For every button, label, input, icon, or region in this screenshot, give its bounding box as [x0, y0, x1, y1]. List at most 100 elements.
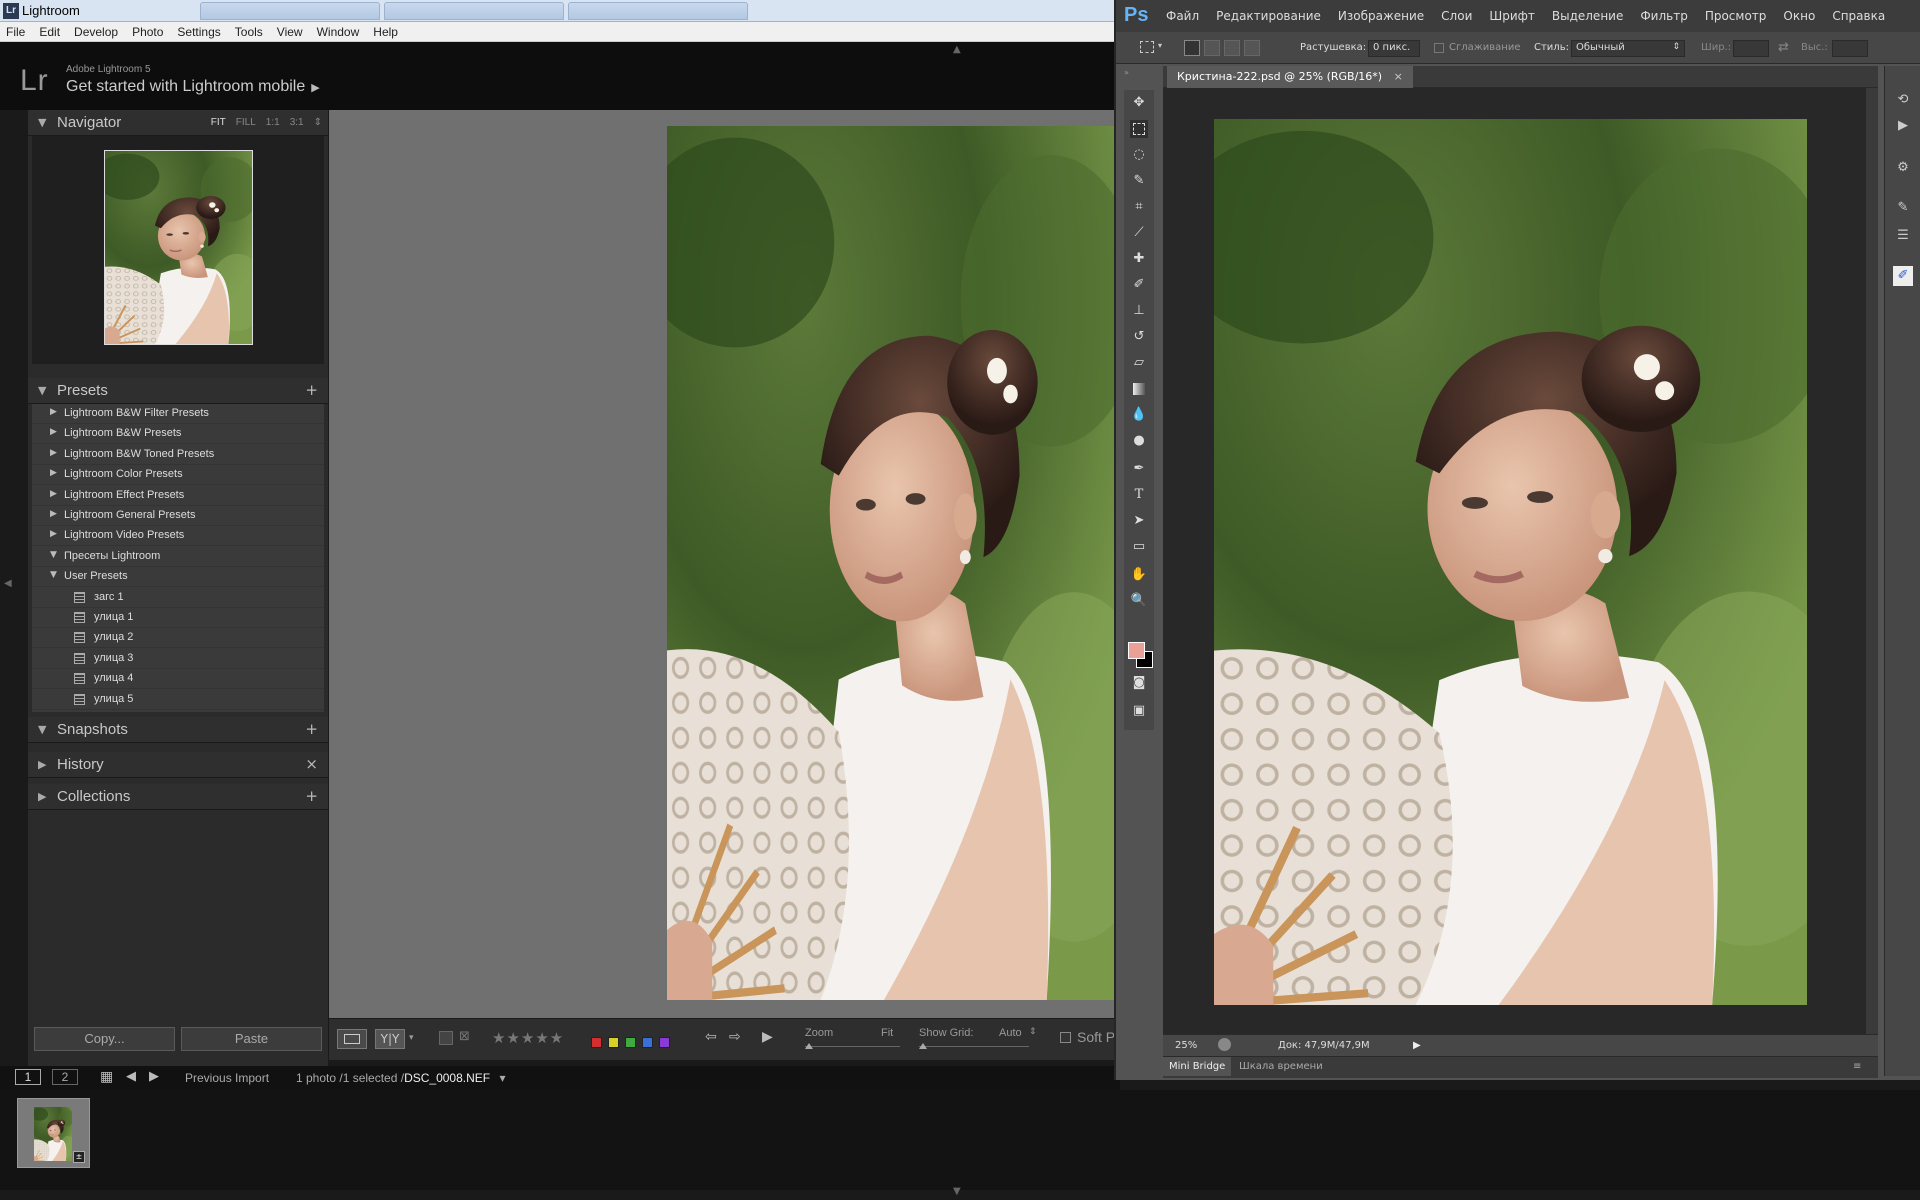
style-select[interactable]: Обычный ⇕ — [1571, 40, 1685, 57]
actions-panel-icon[interactable]: ▶ — [1893, 116, 1913, 136]
forward-arrow-icon[interactable]: ▶ — [149, 1068, 159, 1084]
filmstrip-thumbnail[interactable] — [34, 1107, 72, 1161]
collapsed-triangle-icon[interactable]: ▶ — [50, 509, 57, 519]
filmstrip-source[interactable]: Previous Import — [185, 1071, 269, 1085]
properties-panel-icon[interactable]: ⚙ — [1893, 158, 1913, 178]
hand-tool-icon[interactable]: ✋ — [1130, 566, 1148, 584]
collapsed-triangle-icon[interactable]: ▶ — [50, 529, 57, 539]
marquee-tool-preset-icon[interactable] — [1140, 41, 1154, 53]
menu-view[interactable]: View — [277, 25, 303, 39]
zoom-1-1[interactable]: 1:1 — [266, 117, 280, 128]
collapse-filmstrip-icon[interactable]: ▼ — [953, 1186, 961, 1197]
zoom-tool-icon[interactable]: 🔍 — [1130, 592, 1148, 610]
copy-settings-button[interactable]: Copy... — [34, 1027, 175, 1051]
preset-folder[interactable]: ▼ User Presets — [32, 567, 324, 588]
preset-item[interactable]: улица 5 — [32, 690, 324, 710]
preset-folder[interactable]: ▼ Пресеты Lightroom — [32, 547, 324, 567]
tools-panel-grip-icon[interactable]: » — [1124, 68, 1154, 77]
height-input[interactable] — [1832, 40, 1868, 57]
reject-flag-icon[interactable]: ⊠ — [459, 1029, 470, 1044]
collapse-left-panel-icon[interactable]: ◀ — [4, 578, 12, 589]
gradient-tool-icon[interactable] — [1130, 380, 1148, 398]
canvas-scrollbar[interactable] — [1866, 88, 1878, 1034]
next-photo-icon[interactable]: ⇨ — [729, 1029, 741, 1045]
selected-filename[interactable]: DSC_0008.NEF — [404, 1071, 490, 1085]
mobile-prompt[interactable]: Get started with Lightroom mobile ▶ — [66, 78, 320, 96]
collapsed-triangle-icon[interactable]: ▶ — [50, 448, 57, 458]
width-input[interactable] — [1733, 40, 1769, 57]
timeline-tab[interactable]: Шкала времени — [1239, 1061, 1323, 1072]
path-selection-tool-icon[interactable]: ➤ — [1130, 512, 1148, 530]
menu-photo[interactable]: Photo — [132, 25, 163, 39]
status-menu-arrow-icon[interactable]: ▶ — [1413, 1040, 1421, 1051]
brush-panel-icon[interactable]: ✐ — [1893, 266, 1913, 286]
ps-menu-select[interactable]: Выделение — [1552, 9, 1623, 23]
feather-input[interactable]: 0 пикс. — [1368, 40, 1420, 57]
filmstrip-cell[interactable]: ± — [17, 1098, 90, 1168]
zoom-stepper-icon[interactable]: ⇕ — [314, 117, 322, 128]
panel-menu-icon[interactable]: ≡ — [1853, 1061, 1861, 1072]
pen-tool-icon[interactable]: ✒ — [1130, 460, 1148, 478]
eyedropper-tool-icon[interactable]: ⟋ — [1130, 224, 1148, 242]
compare-dropdown-icon[interactable]: ▾ — [409, 1033, 414, 1043]
lasso-tool-icon[interactable]: ◌ — [1130, 146, 1148, 164]
color-label-swatch[interactable] — [642, 1037, 653, 1048]
background-tab[interactable] — [568, 2, 748, 20]
new-selection-icon[interactable] — [1184, 40, 1200, 56]
preset-folder[interactable]: ▶ Lightroom B&W Presets — [32, 424, 324, 445]
ps-menu-layers[interactable]: Слои — [1441, 9, 1472, 23]
menu-settings[interactable]: Settings — [177, 25, 220, 39]
tool-preset-dropdown-icon[interactable]: ▾ — [1158, 41, 1162, 50]
flag-icon[interactable] — [439, 1031, 453, 1045]
preset-folder[interactable]: ▶ Lightroom General Presets — [32, 506, 324, 526]
brush-tool-icon[interactable]: ✐ — [1130, 276, 1148, 294]
quick-selection-tool-icon[interactable]: ✎ — [1130, 172, 1148, 190]
navigator-thumbnail[interactable] — [104, 150, 253, 345]
ps-menu-window[interactable]: Окно — [1783, 9, 1815, 23]
add-preset-icon[interactable]: + — [305, 381, 318, 399]
snapshots-header[interactable]: ▼ Snapshots + — [28, 717, 328, 743]
add-collection-icon[interactable]: + — [305, 787, 318, 805]
clone-stamp-tool-icon[interactable]: ⊥ — [1130, 302, 1148, 320]
rectangle-shape-tool-icon[interactable]: ▭ — [1130, 538, 1148, 556]
menu-file[interactable]: File — [6, 25, 25, 39]
background-tab[interactable] — [200, 2, 380, 20]
collapsed-triangle-icon[interactable]: ▶ — [50, 468, 57, 478]
menu-help[interactable]: Help — [373, 25, 398, 39]
screen-mode-icon[interactable]: ▣ — [1130, 702, 1148, 720]
preset-folder[interactable]: ▶ Lightroom Effect Presets — [32, 486, 324, 506]
preset-folder[interactable]: ▶ Lightroom B&W Filter Presets — [32, 404, 324, 424]
intersect-selection-icon[interactable] — [1244, 40, 1260, 56]
healing-brush-tool-icon[interactable]: ✚ — [1130, 250, 1148, 268]
rect-marquee-tool-icon[interactable] — [1130, 120, 1148, 138]
paste-settings-button[interactable]: Paste — [181, 1027, 322, 1051]
navigator-preview[interactable] — [32, 136, 324, 364]
zoom-slider-thumb[interactable] — [805, 1043, 813, 1049]
brush-presets-panel-icon[interactable]: ✎ — [1893, 198, 1913, 218]
history-panel-icon[interactable]: ⟲ — [1893, 90, 1913, 110]
star-rating[interactable]: ★★★★★ — [492, 1029, 564, 1047]
crop-tool-icon[interactable]: ⌗ — [1130, 198, 1148, 216]
document-tab[interactable]: Кристина-222.psd @ 25% (RGB/16*) × — [1167, 66, 1413, 88]
subtract-from-selection-icon[interactable] — [1224, 40, 1240, 56]
dodge-tool-icon[interactable]: ● — [1130, 432, 1148, 450]
color-label-swatch[interactable] — [625, 1037, 636, 1048]
navigator-header[interactable]: ▼ Navigator FIT FILL 1:1 3:1 ⇕ — [28, 110, 328, 136]
menu-develop[interactable]: Develop — [74, 25, 118, 39]
close-document-icon[interactable]: × — [1394, 70, 1403, 83]
expanded-triangle-icon[interactable]: ▼ — [50, 550, 57, 560]
zoom-level[interactable]: 25% — [1175, 1040, 1197, 1051]
zoom-fit[interactable]: FIT — [211, 117, 226, 128]
preset-item[interactable]: загс 1 — [32, 588, 324, 608]
filename-dropdown-icon[interactable]: ▾ — [499, 1071, 505, 1085]
type-tool-icon[interactable]: T — [1130, 486, 1148, 504]
menu-window[interactable]: Window — [317, 25, 360, 39]
preset-item[interactable]: улица 4 — [32, 669, 324, 690]
history-brush-tool-icon[interactable]: ↺ — [1130, 328, 1148, 346]
color-label-swatch[interactable] — [591, 1037, 602, 1048]
menu-tools[interactable]: Tools — [235, 25, 263, 39]
photoshop-document-image[interactable] — [1214, 119, 1807, 1005]
antialias-checkbox[interactable] — [1434, 43, 1444, 53]
grid-slider[interactable] — [919, 1043, 1029, 1049]
preset-folder[interactable]: ▶ Lightroom Color Presets — [32, 465, 324, 486]
